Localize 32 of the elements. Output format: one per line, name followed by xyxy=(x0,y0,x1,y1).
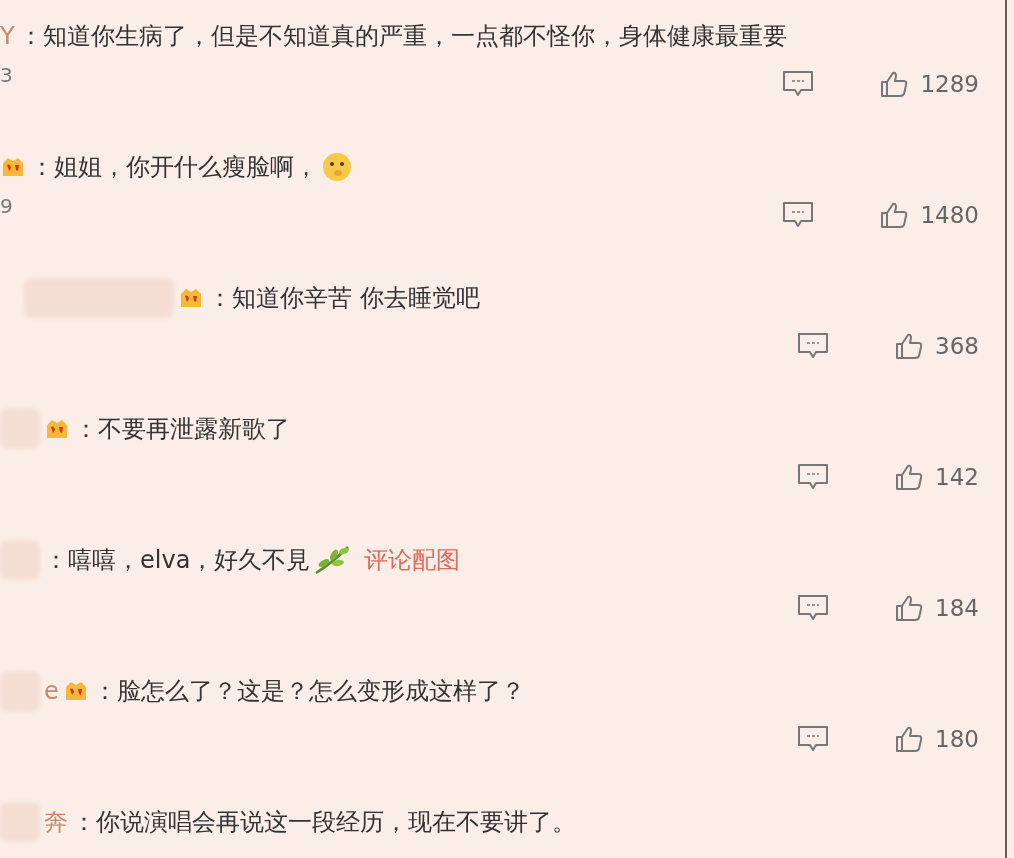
comment-time: 3 xyxy=(0,63,13,87)
thumbs-up-icon[interactable] xyxy=(895,332,924,360)
comment-text: ：不要再泄露新歌了 xyxy=(74,414,290,445)
comment-text: ：知道你辛苦 你去睡觉吧 xyxy=(208,283,480,314)
like-count: 184 xyxy=(935,593,979,623)
like-count: 142 xyxy=(935,462,979,492)
user-name[interactable]: e xyxy=(44,673,59,709)
emoji-icon xyxy=(322,152,352,182)
comment-text: ：知道你生病了，但是不知道真的严重，一点都不怪你，身体健康最重要 xyxy=(18,21,787,52)
user-name[interactable]: 奔 xyxy=(44,804,68,840)
image-link[interactable]: 评论配图 xyxy=(364,542,461,578)
comment-icon[interactable] xyxy=(797,332,830,360)
thumbs-up-icon[interactable] xyxy=(895,594,924,622)
comment-time: 9 xyxy=(0,194,13,218)
comment-icon[interactable] xyxy=(797,725,830,753)
comment-icon[interactable] xyxy=(797,594,830,622)
comment-icon[interactable] xyxy=(782,201,815,229)
like-count: 368 xyxy=(935,331,979,361)
thumbs-up-icon[interactable] xyxy=(880,201,909,229)
like-count: 180 xyxy=(935,724,979,754)
comment-text: ：姐姐，你开什么瘦脸啊， xyxy=(30,152,318,183)
user-name[interactable]: Y xyxy=(0,18,15,54)
like-count: 1480 xyxy=(920,200,979,230)
comment-text: ：脸怎么了？这是？怎么变形成这样了？ xyxy=(92,676,525,707)
thumbs-up-icon[interactable] xyxy=(895,463,924,491)
thumbs-up-icon[interactable] xyxy=(895,725,924,753)
comment-text: ：嘻嘻，elva，好久不見 xyxy=(44,545,311,576)
comment-text: ：你说演唱会再说这一段经历，现在不要讲了。 xyxy=(72,807,576,838)
like-count: 1289 xyxy=(920,69,979,99)
comment-icon[interactable] xyxy=(797,463,830,491)
thumbs-up-icon[interactable] xyxy=(880,70,909,98)
comment-icon[interactable] xyxy=(782,70,815,98)
